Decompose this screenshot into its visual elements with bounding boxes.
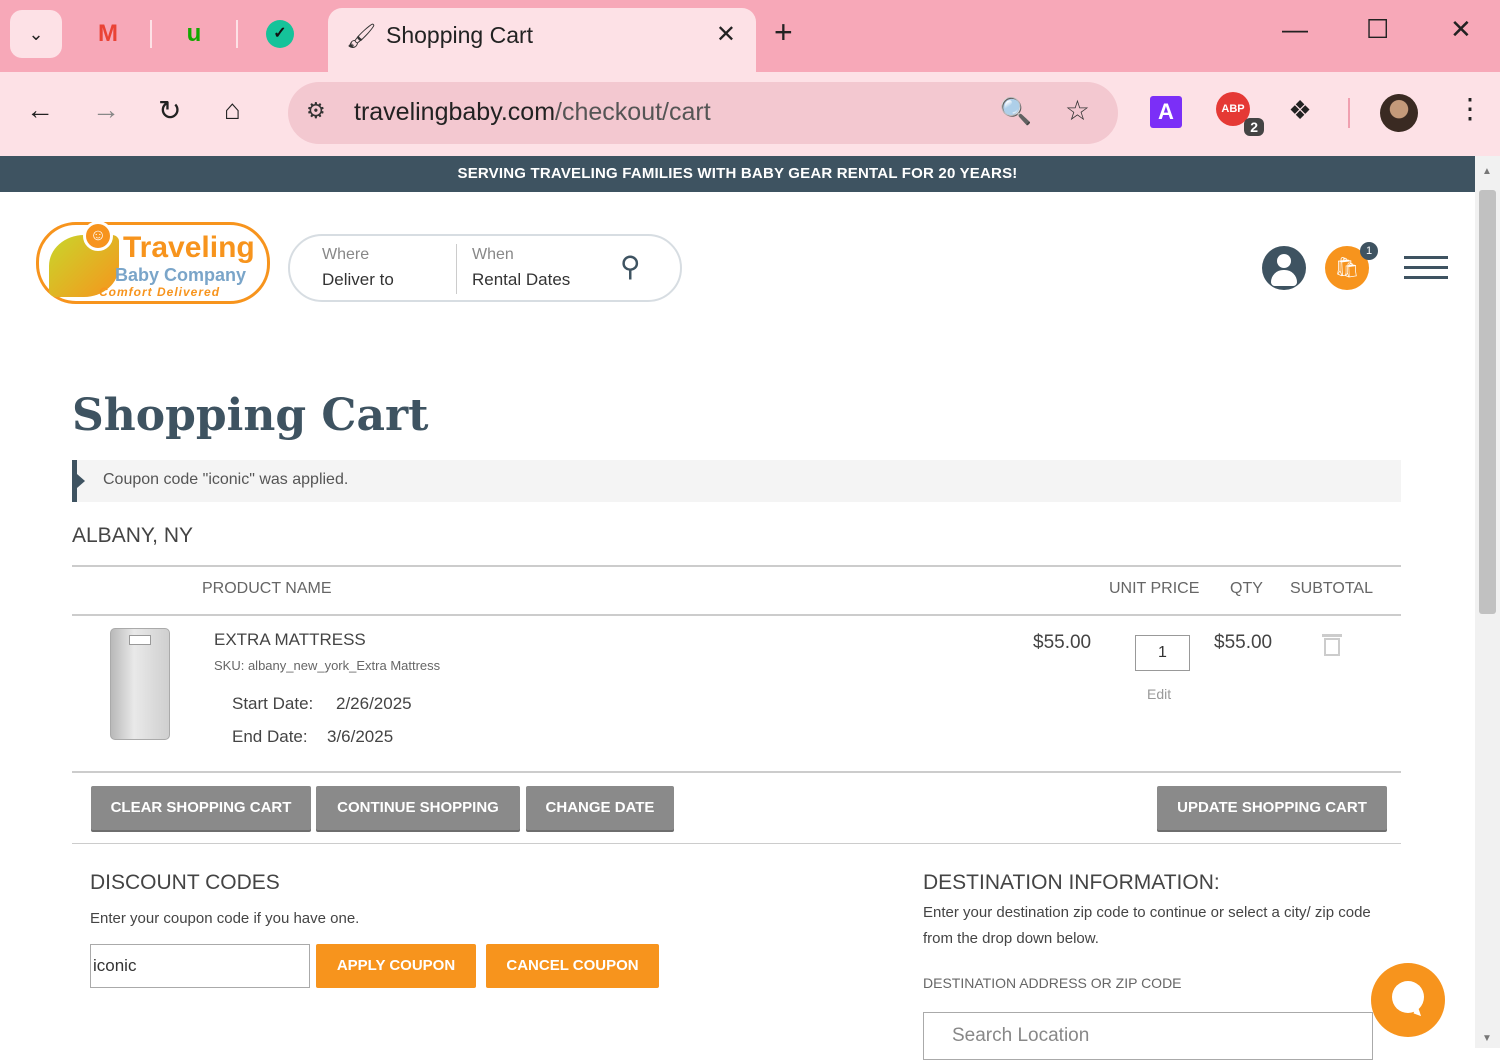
quantity-input[interactable]: 1 — [1135, 635, 1190, 671]
table-top-divider — [72, 565, 1401, 567]
toolbar-separator — [1348, 98, 1350, 128]
cancel-coupon-button[interactable]: CANCEL COUPON — [486, 944, 659, 988]
forward-icon[interactable]: → — [92, 94, 120, 126]
browser-nav-bar: ← → ↻ ⌂ ⚙ travelingbaby.com/checkout/car… — [0, 72, 1500, 156]
reload-icon[interactable]: ↻ — [158, 94, 181, 127]
profile-avatar[interactable] — [1380, 94, 1418, 132]
tab-close-icon[interactable]: ✕ — [716, 20, 736, 49]
message-text: Coupon code "iconic" was applied. — [103, 471, 349, 488]
tab-title: Shopping Cart — [386, 22, 534, 48]
site-logo[interactable]: ☺ Traveling Baby Company Comfort Deliver… — [36, 221, 270, 304]
url-text[interactable]: travelingbaby.com/checkout/cart — [354, 98, 711, 127]
site-info-icon[interactable]: ⚙ — [306, 98, 326, 124]
change-date-button[interactable]: CHANGE DATE — [526, 786, 674, 830]
zoom-icon[interactable]: 🔍 — [1000, 96, 1032, 127]
promo-banner: SERVING TRAVELING FAMILIES WITH BABY GEA… — [0, 156, 1475, 192]
search-icon[interactable]: ⚲ — [620, 250, 641, 283]
edit-link[interactable]: Edit — [1147, 686, 1171, 702]
more-menu-icon[interactable]: ⋮ — [1456, 92, 1484, 125]
search-divider — [456, 244, 457, 294]
window-close-icon[interactable]: ✕ — [1450, 14, 1472, 45]
tab-shopping-cart[interactable]: 🖌 Shopping Cart ✕ — [328, 8, 756, 72]
page-scrollbar[interactable]: ▲ ▼ — [1475, 156, 1500, 1048]
logo-line1: Traveling — [123, 231, 255, 264]
cart-count-badge: 1 — [1360, 242, 1378, 260]
scroll-up-icon[interactable]: ▲ — [1482, 166, 1492, 177]
col-qty: QTY — [1230, 580, 1263, 597]
cart-location: ALBANY, NY — [72, 524, 194, 547]
start-date-label: Start Date: — [232, 694, 314, 713]
location-date-search[interactable]: Where Deliver to When Rental Dates ⚲ — [288, 234, 682, 302]
logo-baby-icon: ☺ — [83, 221, 113, 251]
new-tab-icon[interactable]: + — [774, 14, 793, 51]
product-sku: SKU: albany_new_york_Extra Mattress — [214, 658, 441, 673]
col-subtotal: SUBTOTAL — [1290, 580, 1373, 597]
account-icon[interactable] — [1262, 246, 1306, 290]
discount-hint: Enter your coupon code if you have one. — [90, 910, 360, 927]
discount-title: DISCOUNT CODES — [90, 871, 280, 894]
message-arrow-icon — [77, 474, 85, 488]
end-date-label: End Date: — [232, 727, 308, 746]
update-cart-button[interactable]: UPDATE SHOPPING CART — [1157, 786, 1387, 830]
product-image[interactable] — [110, 628, 170, 740]
favicon-icon: 🖌 — [346, 23, 377, 50]
home-icon[interactable]: ⌂ — [224, 94, 241, 126]
destination-text: Enter your destination zip code to conti… — [923, 904, 1371, 947]
when-field[interactable]: When Rental Dates — [472, 246, 570, 290]
product-name[interactable]: EXTRA MATTRESS — [214, 630, 366, 650]
tab-separator — [150, 20, 152, 48]
grammarly-icon[interactable]: ✓ — [258, 14, 302, 54]
logo-line2: Baby Company — [115, 265, 247, 285]
puzzle-icon[interactable]: ❖ — [1282, 92, 1318, 128]
when-value: Rental Dates — [472, 270, 571, 289]
address-bar[interactable]: ⚙ travelingbaby.com/checkout/cart 🔍 ☆ — [288, 82, 1118, 144]
col-product-name: PRODUCT NAME — [202, 580, 332, 597]
when-label: When — [472, 246, 514, 263]
clear-cart-button[interactable]: CLEAR SHOPPING CART — [91, 786, 311, 830]
chevron-down-icon[interactable]: ⌄ — [10, 10, 62, 58]
logo-tagline: Comfort Delivered — [99, 285, 221, 299]
where-value: Deliver to — [322, 270, 394, 289]
adblock-icon[interactable]: ABP 2 — [1216, 92, 1264, 136]
where-label: Where — [322, 246, 370, 263]
where-field[interactable]: Where Deliver to — [322, 246, 394, 290]
table-header-divider — [72, 614, 1401, 616]
apply-coupon-button[interactable]: APPLY COUPON — [316, 944, 476, 988]
tab-separator — [236, 20, 238, 48]
scrollbar-thumb[interactable] — [1479, 190, 1496, 614]
destination-title: DESTINATION INFORMATION: — [923, 871, 1220, 894]
trash-icon[interactable] — [1322, 632, 1342, 656]
back-icon[interactable]: ← — [26, 94, 54, 126]
scroll-down-icon[interactable]: ▼ — [1482, 1033, 1492, 1044]
row-subtotal: $55.00 — [1214, 632, 1273, 653]
coupon-applied-message: Coupon code "iconic" was applied. — [72, 460, 1401, 502]
extension-a-icon[interactable]: A — [1150, 96, 1182, 128]
gmail-icon[interactable]: M — [86, 14, 130, 54]
minimize-icon[interactable]: — — [1282, 14, 1308, 45]
start-date-value: 2/26/2025 — [336, 694, 412, 713]
upwork-icon[interactable]: u — [172, 14, 216, 54]
end-date-value: 3/6/2025 — [327, 727, 394, 746]
extension-badge: 2 — [1244, 118, 1264, 136]
page-title: Shopping Cart — [72, 390, 429, 441]
col-unit-price: UNIT PRICE — [1109, 580, 1200, 597]
destination-label: DESTINATION ADDRESS OR ZIP CODE — [923, 975, 1182, 991]
coupon-input[interactable]: iconic — [90, 944, 310, 988]
bookmark-star-icon[interactable]: ☆ — [1065, 94, 1090, 127]
table-bottom-divider — [72, 771, 1401, 773]
unit-price: $55.00 — [1033, 632, 1092, 653]
chat-icon[interactable] — [1371, 963, 1445, 1037]
continue-shopping-button[interactable]: CONTINUE SHOPPING — [316, 786, 520, 830]
maximize-icon[interactable]: ☐ — [1366, 14, 1389, 45]
hamburger-menu-icon[interactable] — [1404, 256, 1448, 286]
actions-divider — [72, 843, 1401, 844]
browser-tab-bar: ⌄ M u ✓ 🖌 Shopping Cart ✕ + — ☐ ✕ — [0, 0, 1500, 72]
location-search-input[interactable]: Search Location — [923, 1012, 1373, 1060]
